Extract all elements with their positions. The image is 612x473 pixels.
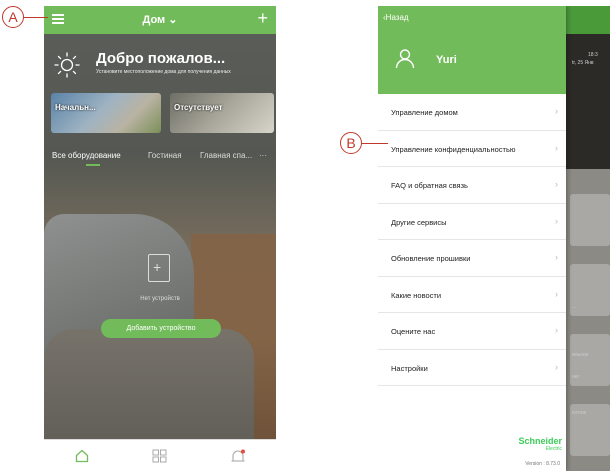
back-button[interactable]: ‹Назад <box>383 13 409 22</box>
scene-label: Начальн... <box>55 103 96 112</box>
tab-more[interactable]: ··· <box>259 151 267 160</box>
callout-a-leader <box>24 17 48 19</box>
side-drawer: ‹Назад Yuri Управление домом › Управлени… <box>378 6 566 471</box>
chevron-right-icon: › <box>555 215 558 226</box>
welcome-title: Добро пожалов... <box>96 50 226 67</box>
menu-screen: 18:3 tr, 25 Янв ... ельное нег ютное ‹На… <box>378 6 610 471</box>
callout-b: B <box>340 132 362 154</box>
peek-label: ельное <box>572 352 589 358</box>
menu-item-settings[interactable]: Настройки › <box>378 350 566 386</box>
home-selector[interactable]: Дом ⌄ <box>44 13 276 26</box>
schneider-electric-logo: Schneider Electric <box>514 437 562 453</box>
peek-time: 18:3 <box>588 52 598 58</box>
no-device-text: Нет устройств <box>140 296 180 302</box>
scene-card-away[interactable]: Отсутствует <box>170 93 274 133</box>
chevron-right-icon: › <box>555 106 558 116</box>
menu-item-label: Какие новости <box>391 290 442 300</box>
menu-item-label: Оцените нас <box>391 327 436 336</box>
menu-item-faq[interactable]: FAQ и обратная связь › <box>378 167 566 204</box>
no-device-icon <box>148 254 170 282</box>
app-header: Дом ⌄ + <box>44 6 276 34</box>
peek-scene-card: ... <box>570 264 610 316</box>
logo-line2: Electric <box>545 446 562 452</box>
menu-item-home-management[interactable]: Управление домом › <box>378 94 566 131</box>
drawer-header: ‹Назад Yuri <box>378 6 566 94</box>
callout-b-leader <box>362 143 388 145</box>
menu-item-label: FAQ и обратная связь <box>391 181 468 190</box>
chevron-right-icon: › <box>555 142 558 153</box>
menu-item-whats-new[interactable]: Какие новости › <box>378 277 566 313</box>
home-icon[interactable] <box>75 449 89 463</box>
callout-a: A <box>2 6 24 28</box>
peek-date: tr, 25 Янв <box>572 60 594 66</box>
add-device-button[interactable]: Добавить устройство <box>101 319 221 338</box>
add-icon[interactable]: + <box>257 9 268 27</box>
user-avatar-icon[interactable] <box>394 47 416 69</box>
peek-scene-card: ельное нег <box>570 334 610 386</box>
active-tab-indicator <box>86 164 100 166</box>
menu-item-label: Обновление прошивки <box>391 254 471 263</box>
welcome-subtitle: Установите местоположение дома для получ… <box>96 69 231 75</box>
bottom-navigation <box>44 439 276 471</box>
menu-item-label: Управление конфиденциальностью <box>391 144 516 154</box>
peek-label: нег <box>572 374 580 380</box>
user-name[interactable]: Yuri <box>436 54 457 66</box>
chevron-right-icon: › <box>555 288 558 299</box>
peek-label: ютное <box>572 410 587 416</box>
chevron-right-icon: › <box>555 325 558 335</box>
menu-item-rate-us[interactable]: Оцените нас › <box>378 313 566 350</box>
bell-icon[interactable] <box>230 449 246 464</box>
back-label: Назад <box>385 13 409 22</box>
menu-item-label: Настройки <box>391 363 428 373</box>
tab-all-devices[interactable]: Все оборудование <box>52 151 121 160</box>
app-version: Version : 8.73.0 <box>525 461 560 467</box>
menu-item-firmware-update[interactable]: Обновление прошивки › <box>378 240 566 277</box>
grid-icon[interactable] <box>152 449 167 463</box>
chevron-right-icon: › <box>555 361 558 372</box>
tab-living-room[interactable]: Гостиная <box>148 151 182 160</box>
scene-label: Отсутствует <box>174 103 223 112</box>
chevron-right-icon: › <box>555 252 558 262</box>
room-tabs: Все оборудование Гостиная Главная спа...… <box>44 151 276 167</box>
drawer-menu: Управление домом › Управление конфиденци… <box>378 94 566 386</box>
scene-card-home[interactable]: Начальн... <box>51 93 161 133</box>
peek-weather-panel: 18:3 tr, 25 Янв <box>566 34 610 169</box>
menu-item-other-services[interactable]: Другие сервисы › <box>378 204 566 240</box>
menu-item-privacy[interactable]: Управление конфиденциальностью › <box>378 131 566 167</box>
peek-scene-card <box>570 194 610 246</box>
background-home-peek: 18:3 tr, 25 Янв ... ельное нег ютное <box>566 6 610 471</box>
home-screen: Дом ⌄ + Добро пожалов... Установите мест… <box>44 6 276 471</box>
tab-master-bedroom[interactable]: Главная спа... <box>200 151 252 160</box>
peek-header <box>566 6 610 34</box>
sun-icon <box>54 52 80 78</box>
chevron-right-icon: › <box>555 179 558 189</box>
menu-item-label: Управление домом <box>391 108 458 117</box>
screenshot-root: Дом ⌄ + Добро пожалов... Установите мест… <box>0 0 612 473</box>
peek-label: ... <box>572 304 577 310</box>
peek-scene-card: ютное <box>570 404 610 456</box>
menu-item-label: Другие сервисы <box>391 217 447 227</box>
